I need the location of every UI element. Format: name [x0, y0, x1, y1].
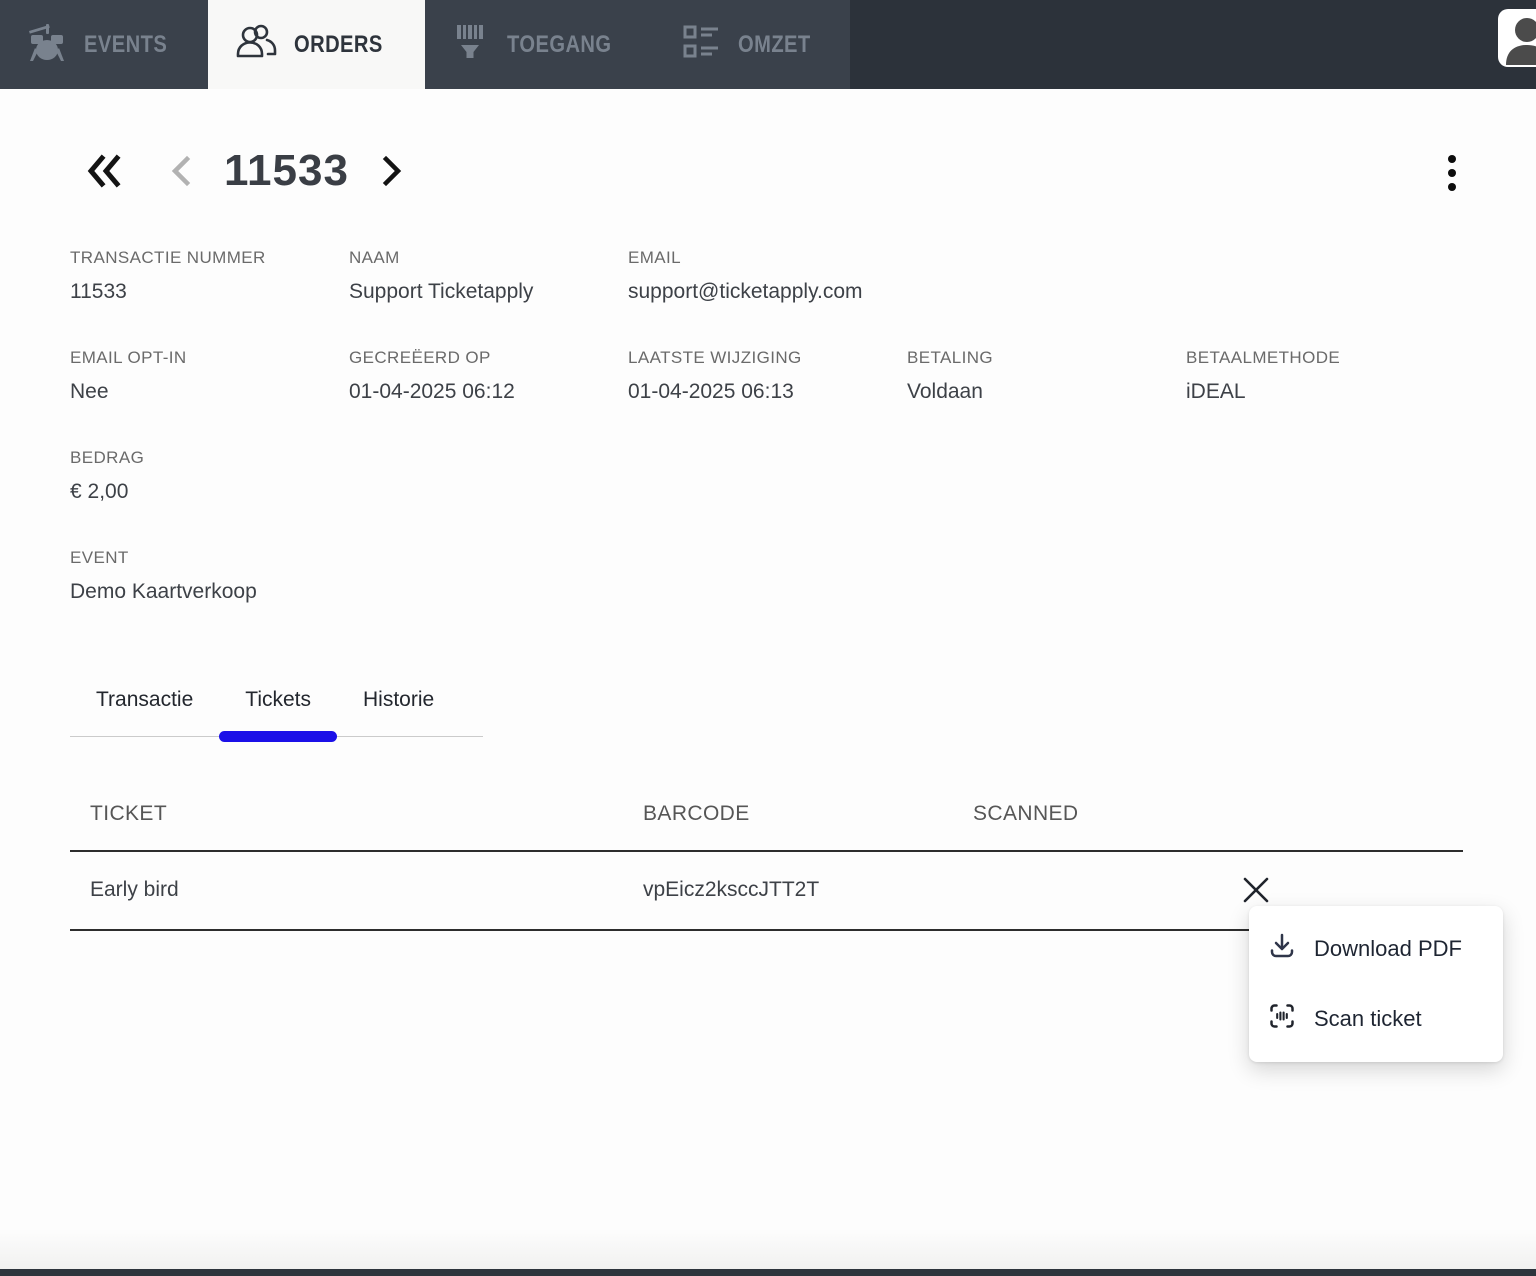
field-value: iDEAL: [1186, 380, 1246, 403]
field-value: Support Ticketapply: [349, 280, 534, 303]
field-bedrag: BEDRAG € 2,00: [70, 448, 349, 504]
next-order-button[interactable]: [379, 155, 405, 187]
menu-item-scan-ticket[interactable]: Scan ticket: [1249, 984, 1503, 1054]
field-event: EVENT Demo Kaartverkoop: [70, 548, 349, 604]
nav-tab-label: TOEGANG: [506, 30, 612, 58]
detail-row: BEDRAG € 2,00: [70, 448, 1490, 504]
column-header-scanned: SCANNED: [973, 802, 1079, 825]
user-avatar[interactable]: [1498, 9, 1536, 67]
tab-historie[interactable]: Historie: [337, 676, 460, 736]
field-value: 11533: [70, 280, 127, 303]
menu-item-download-pdf[interactable]: Download PDF: [1249, 914, 1503, 984]
bottom-bar: [0, 1269, 1536, 1276]
field-label: BETAALMETHODE: [1186, 348, 1341, 367]
field-label: TRANSACTIE NUMMER: [70, 248, 266, 267]
field-label: BETALING: [907, 348, 994, 367]
field-label: LAATSTE WIJZIGING: [628, 348, 802, 367]
barcode-scan-icon: [450, 21, 492, 68]
field-value: 01-04-2025 06:13: [628, 380, 794, 403]
detail-row: EMAIL OPT-IN Nee GECREËERD OP 01-04-2025…: [70, 348, 1490, 404]
more-actions-kebab-icon[interactable]: [1442, 153, 1462, 193]
field-value: € 2,00: [70, 480, 129, 503]
field-label: GECREËERD OP: [349, 348, 491, 367]
field-transactie-nummer: TRANSACTIE NUMMER 11533: [70, 248, 349, 304]
tab-tickets[interactable]: Tickets: [219, 676, 337, 742]
nav-tab-toegang[interactable]: TOEGANG: [425, 0, 656, 89]
nav-tab-events[interactable]: EVENTS: [0, 0, 208, 89]
previous-order-button[interactable]: [168, 155, 194, 187]
top-nav: EVENTS ORDERS TOEGANG OMZET: [0, 0, 1536, 89]
field-email-opt-in: EMAIL OPT-IN Nee: [70, 348, 349, 404]
scan-icon: [1267, 1001, 1297, 1037]
order-detail-page: EVENTS ORDERS TOEGANG OMZET 11533 TRANSA…: [0, 0, 1536, 1276]
nav-tab-label: ORDERS: [294, 30, 383, 58]
detail-tabs: Transactie Tickets Historie: [70, 676, 483, 742]
field-email: EMAIL support@ticketapply.com: [628, 248, 907, 304]
tickets-table-header: TICKET BARCODE SCANNED: [70, 780, 1463, 850]
column-header-barcode: BARCODE: [643, 802, 750, 825]
ticket-barcode-cell: vpEicz2ksccJTT2T: [643, 878, 820, 901]
field-value: Nee: [70, 380, 109, 403]
field-laatste-wijziging: LAATSTE WIJZIGING 01-04-2025 06:13: [628, 348, 907, 404]
menu-item-label: Download PDF: [1314, 936, 1462, 961]
field-value: 01-04-2025 06:12: [349, 380, 515, 403]
detail-row: TRANSACTIE NUMMER 11533 NAAM Support Tic…: [70, 248, 1490, 304]
field-label: EMAIL: [628, 248, 682, 267]
field-label: EVENT: [70, 548, 129, 567]
menu-item-label: Scan ticket: [1314, 1006, 1422, 1031]
field-label: BEDRAG: [70, 448, 145, 467]
field-naam: NAAM Support Ticketapply: [349, 248, 628, 304]
order-details: TRANSACTIE NUMMER 11533 NAAM Support Tic…: [70, 248, 1490, 648]
nav-tab-omzet[interactable]: OMZET: [656, 0, 850, 89]
field-gecreeerd-op: GECREËERD OP 01-04-2025 06:12: [349, 348, 628, 404]
field-label: NAAM: [349, 248, 400, 267]
drums-icon: [25, 21, 69, 68]
download-icon: [1267, 931, 1297, 967]
field-betaalmethode: BETAALMETHODE iDEAL: [1186, 348, 1465, 404]
field-value: Voldaan: [907, 380, 983, 403]
field-betaling: BETALING Voldaan: [907, 348, 1186, 404]
tab-transactie[interactable]: Transactie: [70, 676, 219, 736]
ticket-actions-menu: Download PDF Scan ticket: [1249, 906, 1503, 1062]
close-row-menu-x-icon[interactable]: [1238, 872, 1274, 908]
detail-row: EVENT Demo Kaartverkoop: [70, 548, 1490, 604]
field-label: EMAIL OPT-IN: [70, 348, 187, 367]
first-order-button[interactable]: [84, 153, 124, 189]
nav-tabstrip: EVENTS ORDERS TOEGANG OMZET: [0, 0, 850, 89]
nav-tab-label: OMZET: [738, 30, 811, 58]
column-header-ticket: TICKET: [90, 802, 168, 825]
nav-tab-orders[interactable]: ORDERS: [208, 0, 425, 89]
field-value: Demo Kaartverkoop: [70, 580, 257, 603]
page-title-order-id: 11533: [224, 146, 349, 195]
people-icon: [233, 21, 279, 68]
order-pager: 11533: [84, 146, 405, 196]
field-value: support@ticketapply.com: [628, 280, 863, 303]
nav-tab-label: EVENTS: [84, 30, 168, 58]
footer-strip: [0, 1229, 1536, 1269]
list-icon: [681, 22, 723, 67]
ticket-name-cell: Early bird: [90, 878, 179, 901]
